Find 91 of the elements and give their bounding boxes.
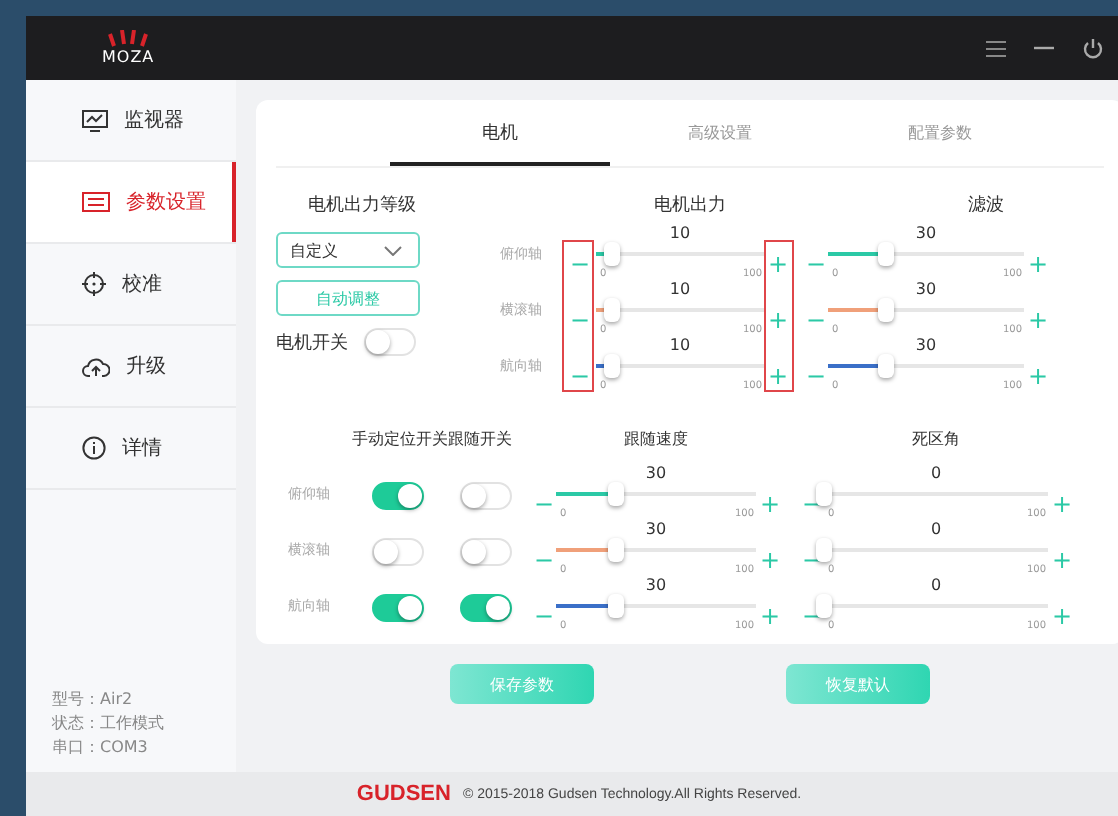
column-heading: 手动定位开关 [352,428,448,452]
column-heading: 跟随速度 [624,428,688,452]
minus-button[interactable]: − [572,304,588,336]
section-heading: 电机出力等级 [306,193,416,217]
slider-track[interactable] [828,354,1024,380]
switch-label: 电机开关 [276,331,348,355]
plus-button[interactable]: + [770,248,786,280]
device-info: 串口：COM3 [52,736,150,760]
slider-value: 0 [928,464,944,482]
slider-track[interactable] [596,354,764,380]
column-heading: 滤波 [968,193,1004,217]
tab[interactable]: 高级设置 [610,100,830,166]
sliders-icon [82,192,110,212]
slider-value: 0 [928,520,944,538]
slider-value: 30 [913,280,939,298]
slider-handle[interactable] [816,482,832,506]
slider-handle[interactable] [878,354,895,378]
slider-track[interactable] [596,242,764,268]
plus-button[interactable]: + [1030,248,1046,280]
slider-value: 0 [928,576,944,594]
plus-button[interactable]: + [1048,600,1076,632]
plus-button[interactable]: + [1030,304,1046,336]
plus-button[interactable]: + [770,304,786,336]
column-heading: 死区角 [912,428,960,452]
minus-button[interactable]: − [808,248,824,280]
slider-track[interactable] [828,242,1024,268]
sidebar-item[interactable]: 参数设置 [26,162,236,244]
plus-button[interactable]: + [1030,360,1046,392]
toggle-switch[interactable] [372,482,424,510]
plus-button[interactable]: + [756,600,784,632]
auto-adjust-button[interactable]: 自动调整 [276,280,420,316]
slider-track[interactable] [556,594,756,620]
toggle-switch[interactable] [372,594,424,622]
logo-icon [106,29,151,47]
brand-logo: GUDSEN [356,782,451,806]
minus-button[interactable]: − [532,600,556,632]
slider-value: 10 [667,280,693,298]
monitor-icon [82,109,108,131]
column-heading: 电机出力 [654,193,726,217]
slider-value: 30 [913,336,939,354]
tab[interactable]: 电机 [390,100,610,166]
slider-handle[interactable] [604,242,621,266]
minus-button[interactable]: − [808,304,824,336]
slider-handle[interactable] [604,354,621,378]
slider-track[interactable] [556,538,756,564]
slider-value: 30 [643,520,669,538]
minus-button[interactable]: − [808,360,824,392]
minus-button[interactable]: − [572,360,588,392]
slider-value: 10 [667,224,693,242]
action-button[interactable]: 恢复默认 [786,664,930,704]
device-info: 状态：工作模式 [52,712,166,736]
chevron-down-icon [384,245,402,255]
sidebar-item[interactable]: 详情 [26,408,236,490]
cloud-upload-icon [82,355,110,377]
power-icon[interactable] [1082,37,1104,59]
slider-track[interactable] [828,298,1024,324]
slider-handle[interactable] [878,298,895,322]
slider-track[interactable] [556,482,756,508]
plus-button[interactable]: + [1048,544,1076,576]
minus-button[interactable]: − [532,544,556,576]
slider-handle[interactable] [878,242,895,266]
device-info: 型号：Air2 [52,688,135,712]
preset-dropdown[interactable]: 自定义 [276,232,420,268]
slider-handle[interactable] [604,298,621,322]
slider-handle[interactable] [608,594,624,618]
action-button[interactable]: 保存参数 [450,664,594,704]
info-icon [82,436,106,460]
column-heading: 跟随开关 [448,428,512,452]
plus-button[interactable]: + [756,488,784,520]
slider-value: 30 [643,464,669,482]
crosshair-icon [82,272,106,296]
app-logo: MOZA [102,47,155,67]
slider-handle[interactable] [816,538,832,562]
toggle-switch[interactable] [460,594,512,622]
plus-button[interactable]: + [1048,488,1076,520]
slider-value: 30 [643,576,669,594]
slider-handle[interactable] [608,482,624,506]
slider-track[interactable] [596,298,764,324]
sidebar-item[interactable]: 校准 [26,244,236,326]
slider-value: 30 [913,224,939,242]
slider-handle[interactable] [608,538,624,562]
sidebar-item[interactable]: 升级 [26,326,236,408]
tab[interactable]: 配置参数 [830,100,1050,166]
slider-value: 10 [667,336,693,354]
plus-button[interactable]: + [770,360,786,392]
menu-icon[interactable] [986,39,1006,57]
minimize-icon[interactable] [1034,46,1054,50]
plus-button[interactable]: + [756,544,784,576]
slider-handle[interactable] [816,594,832,618]
minus-button[interactable]: − [572,248,588,280]
minus-button[interactable]: − [532,488,556,520]
